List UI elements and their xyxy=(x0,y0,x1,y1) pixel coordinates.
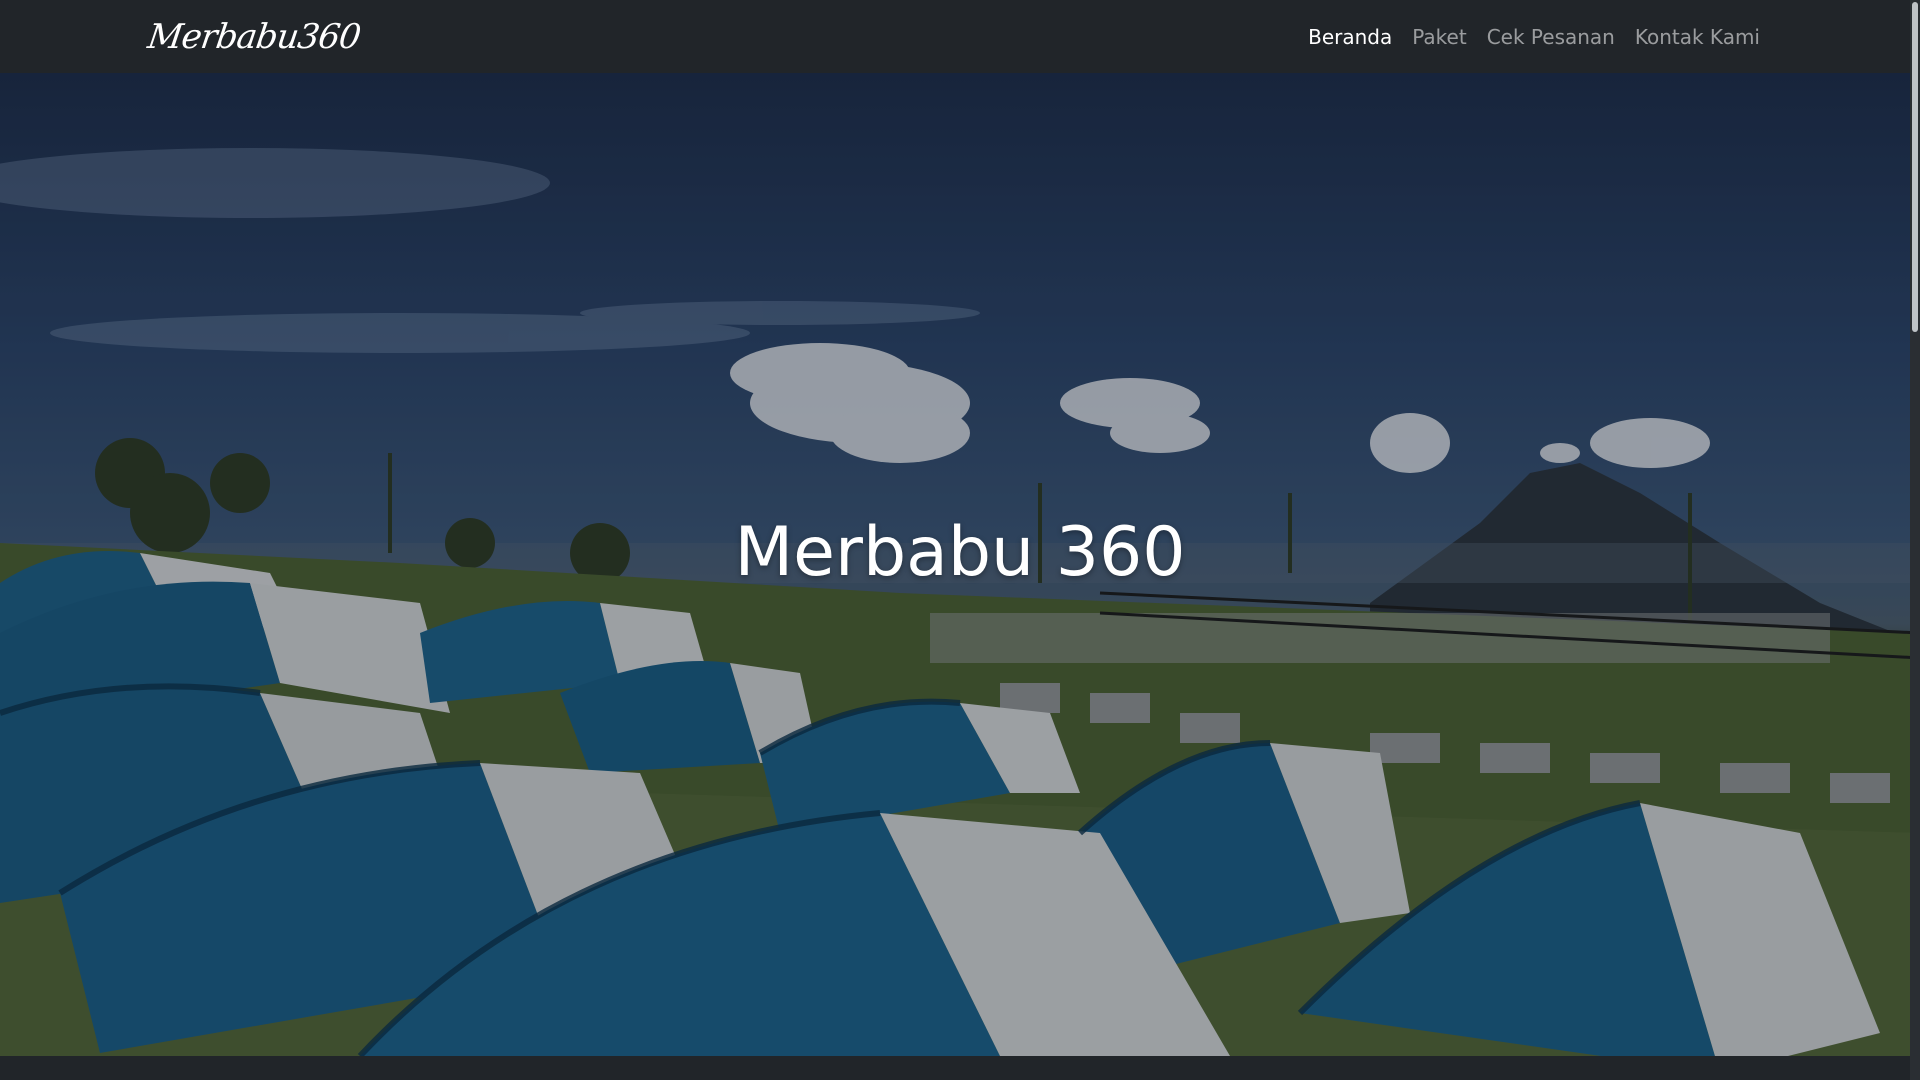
nav-item-beranda[interactable]: Beranda xyxy=(1308,25,1392,49)
hero-section: Merbabu 360 xyxy=(0,73,1920,1056)
nav-item-cek-pesanan[interactable]: Cek Pesanan xyxy=(1487,25,1615,49)
scrollbar-thumb[interactable] xyxy=(1912,2,1918,332)
scrollbar[interactable] xyxy=(1910,0,1920,1080)
brand-logo[interactable]: Merbabu360 xyxy=(145,17,362,57)
nav-item-paket[interactable]: Paket xyxy=(1412,25,1466,49)
nav-item-kontak-kami[interactable]: Kontak Kami xyxy=(1635,25,1760,49)
navbar: Merbabu360 Beranda Paket Cek Pesanan Kon… xyxy=(0,0,1920,73)
nav-links: Beranda Paket Cek Pesanan Kontak Kami xyxy=(1308,25,1760,49)
hero-title: Merbabu 360 xyxy=(734,513,1186,592)
bottom-strip xyxy=(0,1056,1920,1080)
